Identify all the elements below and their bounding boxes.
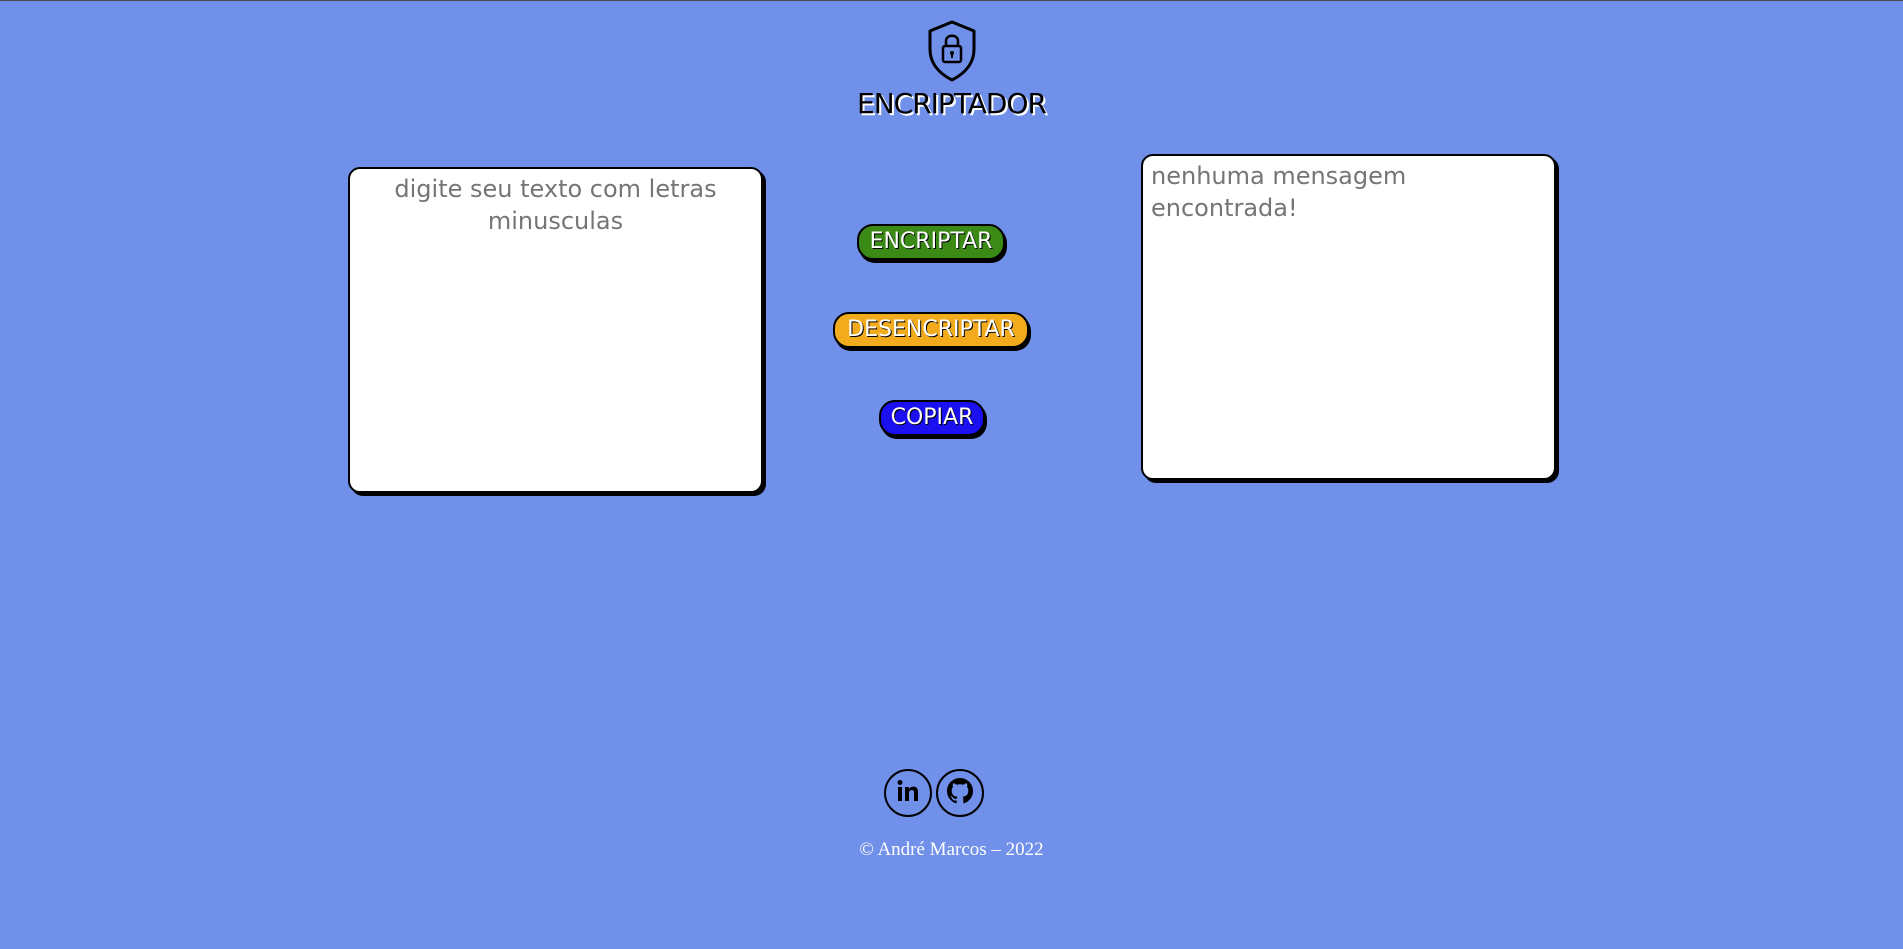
copyright-footer: © André Marcos – 2022	[859, 839, 1044, 860]
linkedin-link[interactable]	[884, 769, 932, 817]
decrypt-button[interactable]: DESENCRIPTAR	[833, 312, 1029, 348]
output-text-field[interactable]	[1141, 154, 1556, 480]
input-text-field[interactable]	[348, 167, 763, 493]
header: ENCRIPTADOR	[0, 19, 1903, 120]
github-link[interactable]	[936, 769, 984, 817]
social-links	[884, 769, 984, 817]
shield-lock-icon	[925, 19, 979, 83]
encrypt-button[interactable]: ENCRIPTAR	[857, 224, 1005, 260]
copy-button[interactable]: COPIAR	[879, 400, 985, 436]
linkedin-icon	[895, 778, 921, 808]
page-title: ENCRIPTADOR	[857, 87, 1047, 120]
github-icon	[945, 776, 975, 810]
